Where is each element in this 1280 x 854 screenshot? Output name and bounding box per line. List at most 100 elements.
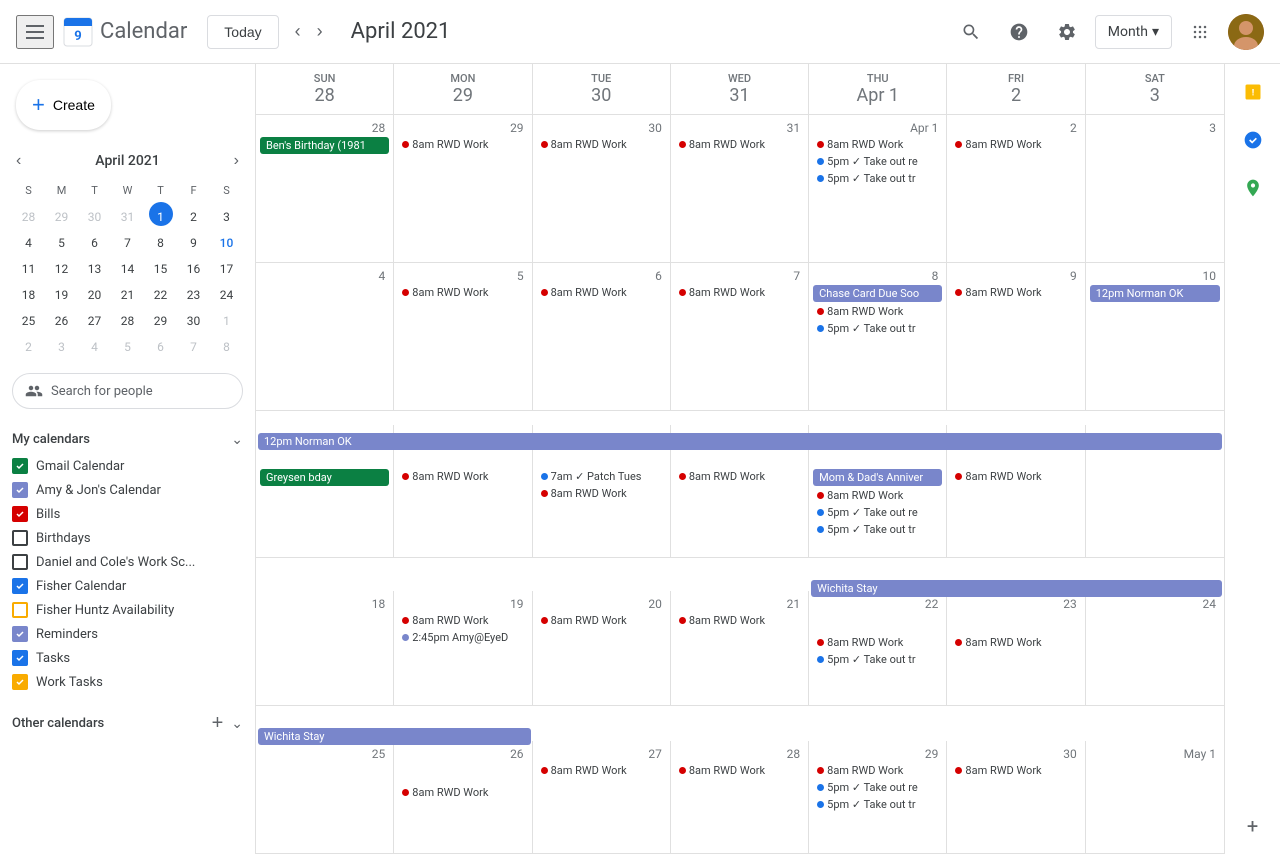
cell-4[interactable]: 4 bbox=[256, 263, 394, 410]
event-8-takeout[interactable]: 5pm ✓ Take out tr bbox=[813, 321, 942, 336]
cal-item-daniel-cole[interactable]: Daniel and Cole's Work Sc... bbox=[0, 550, 255, 574]
event-29-rwd[interactable]: 8am RWD Work bbox=[398, 137, 527, 152]
event-13-rwd[interactable]: 8am RWD Work bbox=[537, 486, 666, 501]
apps-button[interactable] bbox=[1180, 12, 1220, 52]
event-28-rwd[interactable]: 8am RWD Work bbox=[675, 763, 804, 778]
event-apr1-takeout1[interactable]: 5pm ✓ Take out re bbox=[813, 154, 942, 169]
other-calendars-toggle[interactable]: ⌄ bbox=[231, 715, 243, 732]
cell-7[interactable]: 7 8am RWD Work bbox=[671, 263, 809, 410]
event-12-rwd[interactable]: 8am RWD Work bbox=[398, 469, 527, 484]
event-wichita-stay[interactable]: Wichita Stay bbox=[811, 580, 1222, 597]
event-6-rwd[interactable]: 8am RWD Work bbox=[537, 285, 666, 300]
cell-8[interactable]: 8 Chase Card Due Soo 8am RWD Work 5pm ✓ … bbox=[809, 263, 947, 410]
cell-29[interactable]: 29 8am RWD Work bbox=[394, 115, 532, 262]
event-5-rwd[interactable]: 8am RWD Work bbox=[398, 285, 527, 300]
cell-apr1[interactable]: Apr 1 8am RWD Work 5pm ✓ Take out re 5pm… bbox=[809, 115, 947, 262]
right-icon-1[interactable]: ! bbox=[1233, 72, 1273, 112]
event-19-amy[interactable]: 2:45pm Amy@EyeD bbox=[398, 630, 527, 645]
next-button[interactable]: › bbox=[309, 13, 331, 50]
cal-item-reminders[interactable]: Reminders bbox=[0, 622, 255, 646]
event-26-rwd[interactable]: 8am RWD Work bbox=[398, 785, 527, 800]
add-calendar-button[interactable]: + bbox=[208, 708, 228, 739]
search-people[interactable]: Search for people bbox=[12, 373, 243, 409]
event-greysen-bday[interactable]: Greysen bday bbox=[260, 469, 389, 486]
event-19-rwd[interactable]: 8am RWD Work bbox=[398, 613, 527, 628]
cell-may1[interactable]: May 1 bbox=[1086, 741, 1224, 853]
cell-24[interactable]: 24 bbox=[1086, 591, 1224, 705]
cell-29b[interactable]: 29 8am RWD Work 5pm ✓ Take out re 5pm ✓ … bbox=[809, 741, 947, 853]
cal-item-work-tasks[interactable]: Work Tasks bbox=[0, 670, 255, 694]
event-15-takeout1[interactable]: 5pm ✓ Take out re bbox=[813, 505, 942, 520]
event-mom-dad-anniv[interactable]: Mom & Dad's Anniver bbox=[813, 469, 942, 486]
cell-9[interactable]: 9 8am RWD Work bbox=[947, 263, 1085, 410]
search-button[interactable] bbox=[951, 12, 991, 52]
cell-19[interactable]: 19 8am RWD Work 2:45pm Amy@EyeD bbox=[394, 591, 532, 705]
event-22-takeout[interactable]: 5pm ✓ Take out tr bbox=[813, 652, 942, 667]
mini-prev-button[interactable]: ‹ bbox=[12, 150, 25, 172]
event-29-takeout2[interactable]: 5pm ✓ Take out tr bbox=[813, 797, 942, 812]
cell-22[interactable]: 22 8am RWD Work 5pm ✓ Take out tr bbox=[809, 591, 947, 705]
cal-item-amy-jon[interactable]: Amy & Jon's Calendar bbox=[0, 478, 255, 502]
cell-27[interactable]: 27 8am RWD Work bbox=[533, 741, 671, 853]
cell-30b[interactable]: 30 8am RWD Work bbox=[947, 741, 1085, 853]
event-16-rwd[interactable]: 8am RWD Work bbox=[951, 469, 1080, 484]
right-icon-3[interactable] bbox=[1233, 168, 1273, 208]
cell-10[interactable]: 10 12pm Norman OK bbox=[1086, 263, 1224, 410]
settings-button[interactable] bbox=[1047, 12, 1087, 52]
hamburger-menu[interactable] bbox=[16, 15, 54, 49]
event-29-takeout1[interactable]: 5pm ✓ Take out re bbox=[813, 780, 942, 795]
event-wichita-stay-cont[interactable]: Wichita Stay bbox=[258, 728, 531, 745]
cal-item-fisher-huntz[interactable]: Fisher Huntz Availability bbox=[0, 598, 255, 622]
event-bens-birthday[interactable]: Ben's Birthday (1981 bbox=[260, 137, 389, 154]
other-calendars-header[interactable]: Other calendars + ⌄ bbox=[0, 702, 255, 745]
cell-30[interactable]: 30 8am RWD Work bbox=[533, 115, 671, 262]
event-15-rwd[interactable]: 8am RWD Work bbox=[813, 488, 942, 503]
event-2-rwd[interactable]: 8am RWD Work bbox=[951, 137, 1080, 152]
cal-item-birthdays[interactable]: Birthdays bbox=[0, 526, 255, 550]
view-selector[interactable]: Month ▾ bbox=[1095, 15, 1172, 49]
cell-28[interactable]: 28 Ben's Birthday (1981 bbox=[256, 115, 394, 262]
event-29-rwd[interactable]: 8am RWD Work bbox=[813, 763, 942, 778]
avatar[interactable] bbox=[1228, 14, 1264, 50]
cell-21[interactable]: 21 8am RWD Work bbox=[671, 591, 809, 705]
today-button[interactable]: Today bbox=[207, 15, 278, 49]
my-calendars-header[interactable]: My calendars ⌄ bbox=[0, 425, 255, 454]
cell-6[interactable]: 6 8am RWD Work bbox=[533, 263, 671, 410]
event-22-rwd[interactable]: 8am RWD Work bbox=[813, 635, 942, 650]
event-14-rwd[interactable]: 8am RWD Work bbox=[675, 469, 804, 484]
event-23-rwd[interactable]: 8am RWD Work bbox=[951, 635, 1080, 650]
prev-button[interactable]: ‹ bbox=[287, 13, 309, 50]
event-apr1-rwd[interactable]: 8am RWD Work bbox=[813, 137, 942, 152]
help-button[interactable] bbox=[999, 12, 1039, 52]
event-20-rwd[interactable]: 8am RWD Work bbox=[537, 613, 666, 628]
event-31-rwd[interactable]: 8am RWD Work bbox=[675, 137, 804, 152]
cal-item-gmail[interactable]: Gmail Calendar bbox=[0, 454, 255, 478]
cell-20[interactable]: 20 8am RWD Work bbox=[533, 591, 671, 705]
cal-item-tasks[interactable]: Tasks bbox=[0, 646, 255, 670]
event-13-patch[interactable]: 7am ✓ Patch Tues bbox=[537, 469, 666, 484]
cell-3[interactable]: 3 bbox=[1086, 115, 1224, 262]
cell-26[interactable]: 26 8am RWD Work bbox=[394, 741, 532, 853]
my-calendars-toggle[interactable]: ⌄ bbox=[231, 431, 243, 448]
event-chase-card[interactable]: Chase Card Due Soo bbox=[813, 285, 942, 302]
cell-23[interactable]: 23 8am RWD Work bbox=[947, 591, 1085, 705]
event-9-rwd[interactable]: 8am RWD Work bbox=[951, 285, 1080, 300]
mini-next-button[interactable]: › bbox=[230, 150, 243, 172]
cal-item-fisher[interactable]: Fisher Calendar bbox=[0, 574, 255, 598]
event-7-rwd[interactable]: 8am RWD Work bbox=[675, 285, 804, 300]
create-button[interactable]: + Create bbox=[16, 80, 111, 130]
cal-item-bills[interactable]: Bills bbox=[0, 502, 255, 526]
event-30-rwd[interactable]: 8am RWD Work bbox=[537, 137, 666, 152]
event-10-norman[interactable]: 12pm Norman OK bbox=[1090, 285, 1220, 302]
cell-31[interactable]: 31 8am RWD Work bbox=[671, 115, 809, 262]
event-apr1-takeout2[interactable]: 5pm ✓ Take out tr bbox=[813, 171, 942, 186]
event-21-rwd[interactable]: 8am RWD Work bbox=[675, 613, 804, 628]
event-8-rwd[interactable]: 8am RWD Work bbox=[813, 304, 942, 319]
cell-2[interactable]: 2 8am RWD Work bbox=[947, 115, 1085, 262]
cell-25[interactable]: 25 bbox=[256, 741, 394, 853]
right-icon-add[interactable]: + bbox=[1233, 806, 1273, 846]
cell-28b[interactable]: 28 8am RWD Work bbox=[671, 741, 809, 853]
event-27-rwd[interactable]: 8am RWD Work bbox=[537, 763, 666, 778]
cell-18[interactable]: 18 bbox=[256, 591, 394, 705]
event-11-norman[interactable]: 12pm Norman OK bbox=[258, 433, 1222, 450]
